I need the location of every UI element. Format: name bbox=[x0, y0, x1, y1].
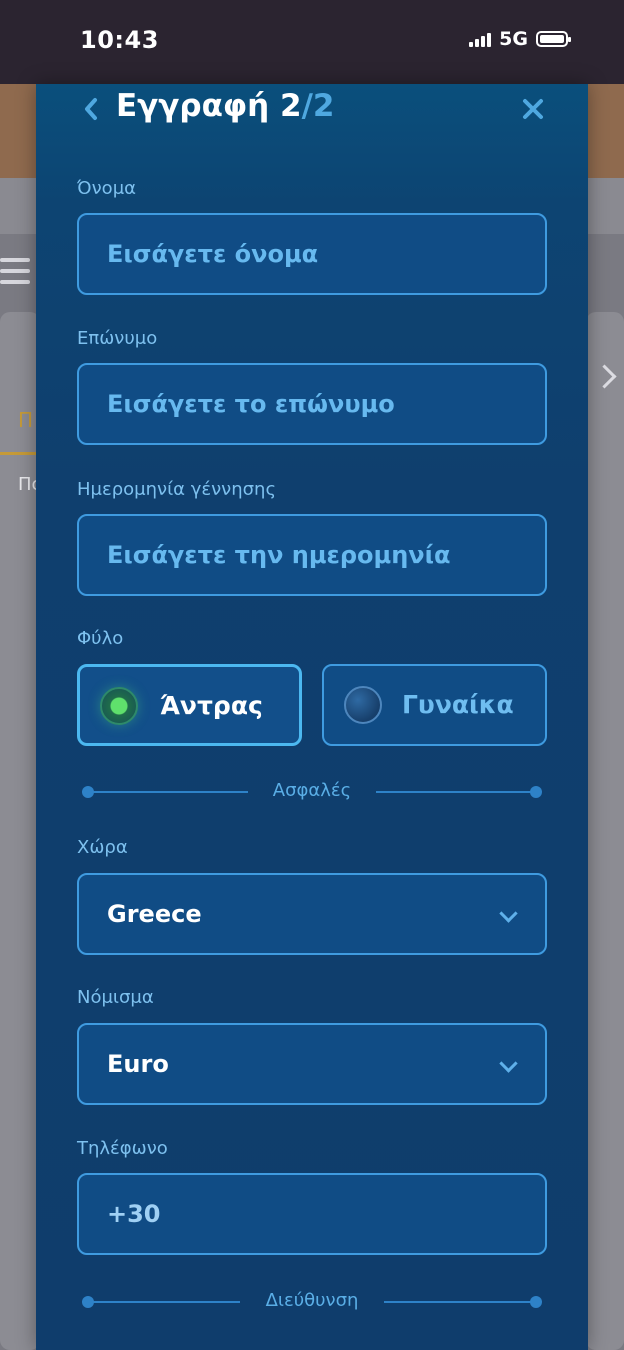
phone-value: +30 bbox=[107, 1200, 161, 1228]
birth-date-label: Ημερομηνία γέννησης bbox=[77, 479, 277, 500]
modal-header: Εγγραφή 2/2 bbox=[36, 84, 588, 144]
chevron-down-icon bbox=[499, 1054, 518, 1073]
gender-option-label: Γυναίκα bbox=[402, 690, 514, 719]
close-icon bbox=[523, 99, 543, 119]
status-bar: 10:43 5G bbox=[0, 0, 624, 84]
currency-value: Euro bbox=[107, 1050, 169, 1078]
section-divider-address: Διεύθυνση bbox=[82, 1290, 542, 1314]
first-name-placeholder: Εισάγετε όνομα bbox=[107, 240, 319, 268]
background-menu-icon bbox=[0, 258, 30, 291]
currency-select[interactable]: Euro bbox=[77, 1023, 547, 1105]
title-step-total: /2 bbox=[301, 88, 335, 124]
country-value: Greece bbox=[107, 900, 202, 928]
gender-option-label: Άντρας bbox=[160, 691, 263, 720]
modal-title: Εγγραφή 2/2 bbox=[116, 88, 334, 124]
radio-unselected-icon bbox=[344, 686, 382, 724]
background-card bbox=[586, 312, 624, 1350]
section-divider-secure: Ασφαλές bbox=[82, 780, 542, 804]
gender-option-male[interactable]: Άντρας bbox=[77, 664, 302, 746]
status-indicators: 5G bbox=[469, 28, 571, 50]
phone-input[interactable]: +30 bbox=[77, 1173, 547, 1255]
title-step: Εγγραφή 2 bbox=[116, 88, 302, 124]
last-name-placeholder: Εισάγετε το επώνυμο bbox=[107, 390, 395, 418]
battery-icon bbox=[536, 31, 571, 47]
gender-label: Φύλο bbox=[77, 628, 124, 649]
last-name-label: Επώνυμο bbox=[77, 328, 158, 349]
country-label: Χώρα bbox=[77, 837, 128, 858]
close-button[interactable] bbox=[516, 92, 550, 126]
last-name-input[interactable]: Εισάγετε το επώνυμο bbox=[77, 363, 547, 445]
background-tab-label: Π bbox=[18, 408, 34, 432]
registration-modal: Εγγραφή 2/2 Όνομα Εισάγετε όνομα Επώνυμο… bbox=[36, 84, 588, 1350]
radio-selected-icon bbox=[100, 687, 138, 725]
birth-date-placeholder: Εισάγετε την ημερομηνία bbox=[107, 541, 451, 569]
birth-date-input[interactable]: Εισάγετε την ημερομηνία bbox=[77, 514, 547, 596]
back-button[interactable] bbox=[76, 92, 106, 126]
chevron-down-icon bbox=[499, 904, 518, 923]
background-tab-underline bbox=[0, 452, 40, 455]
first-name-label: Όνομα bbox=[77, 178, 137, 199]
phone-label: Τηλέφωνο bbox=[77, 1138, 168, 1159]
network-type: 5G bbox=[499, 28, 528, 50]
status-time: 10:43 bbox=[80, 26, 159, 54]
country-select[interactable]: Greece bbox=[77, 873, 547, 955]
currency-label: Νόμισμα bbox=[77, 987, 154, 1008]
gender-option-female[interactable]: Γυναίκα bbox=[322, 664, 547, 746]
signal-icon bbox=[469, 31, 492, 47]
first-name-input[interactable]: Εισάγετε όνομα bbox=[77, 213, 547, 295]
background-card bbox=[0, 312, 40, 1350]
chevron-left-icon bbox=[85, 98, 97, 120]
